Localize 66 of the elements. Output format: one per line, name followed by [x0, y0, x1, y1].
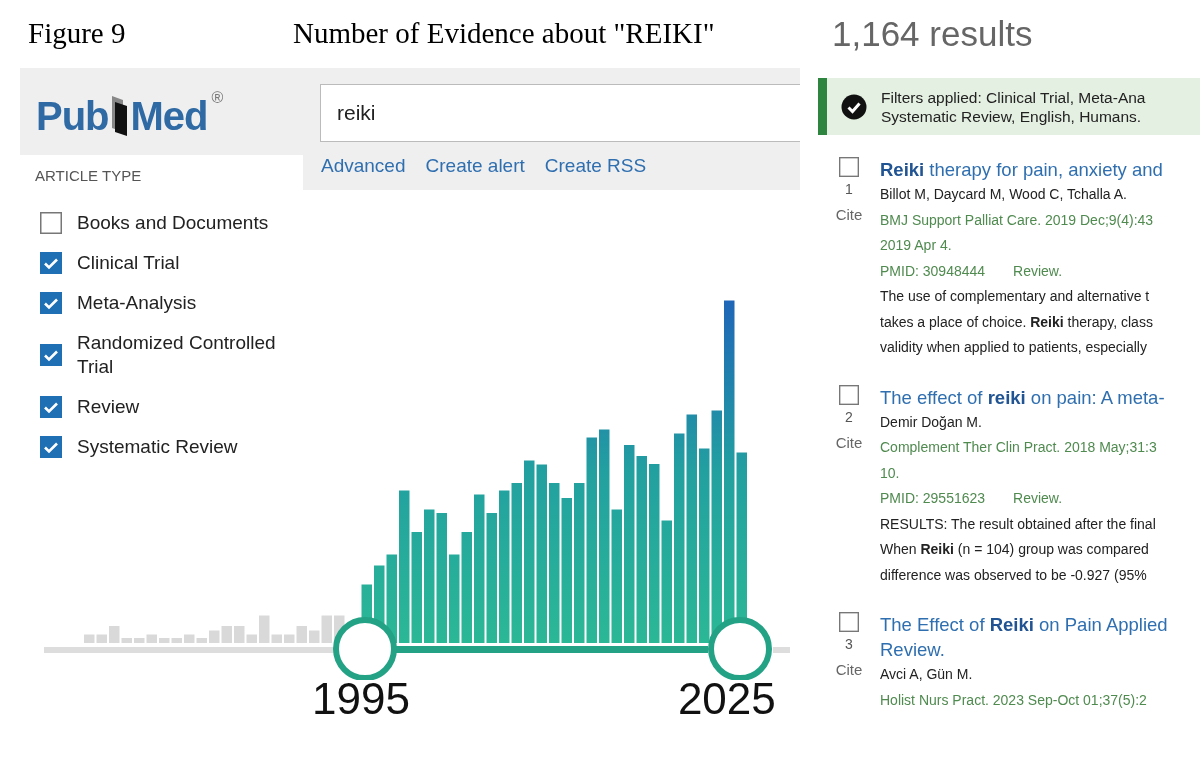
result-authors: Billot M, Daycard M, Wood C, Tchalla A. [880, 185, 1128, 204]
cite-link[interactable]: Cite [835, 202, 863, 227]
citation-text: 2019 Apr 4. [880, 236, 953, 255]
search-link[interactable]: Create RSS [544, 155, 647, 177]
checkbox[interactable] [40, 344, 62, 366]
publication-type: Review. [1013, 261, 1063, 281]
checkbox[interactable] [40, 436, 62, 458]
result-authors: Avci A, Gün M. [880, 665, 974, 684]
search-link[interactable]: Create alert [425, 155, 525, 177]
slider-handle[interactable] [708, 617, 772, 680]
checkbox[interactable] [40, 292, 62, 314]
checkbox[interactable] [40, 396, 62, 418]
logo-text: Pub [36, 93, 109, 140]
checkbox[interactable] [40, 212, 62, 234]
citation-text: 10. [880, 463, 901, 483]
registered-mark: ® [211, 88, 223, 108]
slider-track [773, 647, 790, 653]
publication-type: Review. [1013, 489, 1063, 508]
citation-text: Complement Ther Clin Pract. 2018 May;31:3 [880, 438, 1158, 457]
banner-text: Filters applied: Clinical Trial, Meta-Ana [881, 87, 1146, 107]
results-count: 1,164 results [831, 12, 1034, 55]
histogram-bar [209, 630, 220, 643]
citation-text: BMJ Support Palliat Care. 2019 Dec;9(4):43 [880, 210, 1155, 230]
cite-link[interactable]: Cite [835, 657, 863, 682]
result-number: 2 [845, 407, 853, 427]
filter-label: Meta-Analysis [77, 291, 197, 315]
search-field[interactable]: reiki [320, 84, 800, 142]
result-title[interactable]: The Effect of Reiki on Pain Applied [880, 612, 1168, 637]
checkbox[interactable] [40, 252, 62, 274]
filter-label: Books and Documents [77, 211, 269, 235]
histogram-bar [84, 634, 95, 643]
filter-label: Clinical Trial [77, 251, 180, 275]
snippet-text: RESULTS: The result obtained after the final [880, 514, 1157, 534]
year-label: 2025 [677, 674, 776, 724]
checkbox[interactable] [839, 157, 859, 177]
result-title[interactable]: The effect of reiki on pain: A meta- [880, 384, 1165, 410]
pmid-text: PMID: 30948444 [880, 261, 986, 281]
logo-text: Med [130, 93, 208, 140]
result-authors: Demir Doğan M. [880, 412, 983, 432]
result-title[interactable]: Review. [880, 637, 1168, 662]
snippet-text: The use of complementary and alternative t [880, 287, 1151, 306]
banner-text: Systematic Review, English, Humans. [881, 106, 1143, 126]
result-number: 3 [845, 635, 853, 654]
search-link[interactable]: Advanced [321, 155, 406, 177]
citation-text: Holist Nurs Pract. 2023 Sep-Oct 01;37(5):2 [880, 690, 1148, 710]
result-number: 1 [845, 180, 853, 199]
snippet-text: validity when applied to patients, especially [880, 338, 1148, 357]
snippet-text: difference was observed to be -0.927 (95% [880, 565, 1148, 585]
figure-title: Number of Evidence about "REIKI" [293, 16, 715, 52]
year-label: 1995 [312, 674, 410, 724]
filter-label: Systematic Review [77, 435, 238, 459]
checkbox[interactable] [839, 612, 859, 632]
histogram-bar [221, 626, 232, 643]
snippet-text: takes a place of choice. Reiki therapy, class [880, 312, 1154, 332]
section-heading: ARTICLE TYPE [34, 166, 143, 186]
pmid-text: PMID: 29551623 [880, 489, 986, 508]
filter-label: Review [77, 395, 140, 419]
cite-link[interactable]: Cite [835, 429, 863, 455]
slider-handle[interactable] [333, 617, 397, 680]
filter-label: Randomized Controlled Trial [77, 331, 277, 379]
checkbox[interactable] [839, 384, 859, 405]
check-circle-icon [841, 93, 867, 120]
figure-label: Figure 9 [27, 16, 127, 52]
snippet-text: When Reiki (n = 104) group was compared [880, 540, 1150, 559]
histogram-bar [96, 634, 107, 643]
result-title[interactable]: Reiki therapy for pain, anxiety and [880, 157, 1163, 182]
